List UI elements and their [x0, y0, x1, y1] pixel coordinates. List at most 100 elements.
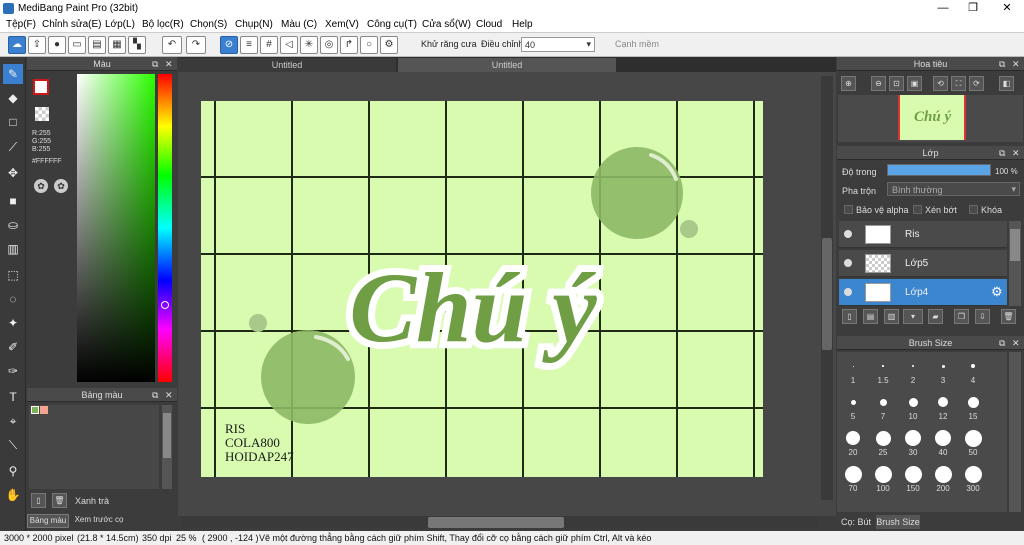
select-pen-tool-icon[interactable]: ✐ [3, 337, 23, 357]
vertical-scroll-thumb[interactable] [822, 238, 832, 350]
share-icon[interactable]: ⇪ [28, 36, 46, 54]
undo-icon[interactable]: ↶ [162, 36, 182, 54]
opacity-slider[interactable] [887, 164, 991, 176]
protect-alpha-checkbox[interactable] [844, 205, 853, 214]
radial-snap-icon[interactable]: ✳ [300, 36, 318, 54]
brush-size-option[interactable]: 30 [898, 424, 928, 458]
trash-icon[interactable]: 🗑 [52, 493, 67, 508]
popout-icon[interactable]: ⧉ [999, 57, 1005, 71]
redo-icon[interactable]: ↷ [186, 36, 206, 54]
comment-icon[interactable]: ● [48, 36, 66, 54]
palette-swatch[interactable] [40, 406, 48, 414]
parallel-snap-icon[interactable]: ≡ [240, 36, 258, 54]
brush-size-option[interactable]: 70 [838, 460, 868, 494]
hand-tool-icon[interactable]: ✋ [3, 485, 23, 505]
brush-size-option[interactable]: 7 [868, 388, 898, 422]
palette-scroll-thumb[interactable] [163, 413, 171, 458]
flip-icon[interactable]: ◧ [999, 76, 1014, 91]
divide-tool-icon[interactable]: ⟍ [3, 435, 23, 455]
brush-size-option[interactable]: 200 [928, 460, 958, 494]
fit-icon[interactable]: ⊡ [889, 76, 904, 91]
panel-close-icon[interactable]: ✕ [1012, 57, 1020, 71]
brush-size-option[interactable]: 150 [898, 460, 928, 494]
eye-icon[interactable] [844, 288, 852, 296]
menu-edit[interactable]: Chỉnh sửa(E) [42, 19, 102, 30]
panel-close-icon[interactable]: ✕ [165, 57, 173, 71]
clipping-checkbox[interactable] [913, 205, 922, 214]
maximize-button[interactable]: ❐ [958, 0, 988, 17]
select-tool-icon[interactable]: ⬚ [3, 265, 23, 285]
message-icon[interactable]: ▭ [68, 36, 86, 54]
move-tool-icon[interactable]: ✥ [3, 163, 23, 183]
brush-size-option[interactable]: 25 [868, 424, 898, 458]
magic-wand-tool-icon[interactable]: ✦ [3, 313, 23, 333]
brush-tool-icon[interactable]: ✎ [3, 64, 23, 84]
foreground-color-swatch[interactable] [33, 79, 49, 95]
menu-capture[interactable]: Chụp(N) [235, 19, 273, 30]
menu-file[interactable]: Tệp(F) [6, 19, 36, 30]
lock-checkbox[interactable] [969, 205, 978, 214]
brush-size-option[interactable]: 4 [958, 352, 988, 386]
hue-slider[interactable] [158, 74, 172, 382]
brush-size-option[interactable]: 100 [868, 460, 898, 494]
eye-icon[interactable] [844, 259, 852, 267]
tab-palette[interactable]: Bảng màu [27, 514, 69, 528]
grid-list-icon[interactable]: ▦ [108, 36, 126, 54]
text-tool-icon[interactable]: T [3, 387, 23, 407]
drawing-canvas[interactable]: Chú ý RIS COLA800 HOIDAP247 [201, 101, 763, 477]
merge-layer-icon[interactable]: ⇩ [975, 309, 990, 324]
brush-size-scrollbar[interactable] [1009, 352, 1021, 512]
transparent-color-swatch[interactable] [35, 107, 49, 121]
new-8bit-layer-icon[interactable]: ▥ [884, 309, 899, 324]
duplicate-layer-icon[interactable]: ❐ [954, 309, 969, 324]
popout-icon[interactable]: ⧉ [152, 388, 158, 402]
layer-scroll-thumb[interactable] [1010, 229, 1020, 261]
add-layer-menu-icon[interactable]: ▾ [903, 309, 923, 324]
layer-row-ris[interactable]: Ris [839, 221, 1007, 248]
cloud-icon[interactable]: ☁ [8, 36, 26, 54]
menu-window[interactable]: Cửa sổ(W) [422, 19, 471, 30]
menu-layer[interactable]: Lớp(L) [105, 19, 135, 30]
lasso-tool-icon[interactable]: ◌ [3, 289, 23, 309]
brush-size-option[interactable]: 300 [958, 460, 988, 494]
dot-tool-icon[interactable]: □ [3, 112, 23, 132]
brush-size-option[interactable]: 2 [898, 352, 928, 386]
reset-icon[interactable]: ⟳ [969, 76, 984, 91]
minimize-button[interactable]: — [928, 0, 958, 17]
page-icon[interactable]: ▤ [88, 36, 106, 54]
close-button[interactable]: ✕ [992, 0, 1022, 17]
tab-document-1[interactable]: Untitled [178, 58, 396, 72]
horizontal-scroll-thumb[interactable] [428, 517, 564, 528]
menu-tools[interactable]: Công cụ(T) [367, 19, 417, 30]
eraser-tool-icon[interactable]: ◆ [3, 88, 23, 108]
brush-size-option[interactable]: 1 [838, 352, 868, 386]
zoom-in-icon[interactable]: ⊕ [841, 76, 856, 91]
menu-color[interactable]: Màu (C) [281, 19, 317, 30]
menu-cloud[interactable]: Cloud [476, 19, 502, 30]
circle-snap-icon[interactable]: ◎ [320, 36, 338, 54]
delete-layer-icon[interactable]: 🗑 [1001, 309, 1016, 324]
gear-icon[interactable]: ⚙ [991, 284, 1003, 300]
brush-size-option[interactable]: 1.5 [868, 352, 898, 386]
panel-close-icon[interactable]: ✕ [1012, 336, 1020, 350]
select-eraser-tool-icon[interactable]: ✑ [3, 361, 23, 381]
tab-brush[interactable]: Cọ: Bút [837, 515, 875, 529]
correction-select[interactable]: 40 ▾ [521, 37, 595, 52]
tile-icon[interactable]: ▚ [128, 36, 146, 54]
curve-snap-icon[interactable]: ↱ [340, 36, 358, 54]
menu-filter[interactable]: Bộ lọc(R) [142, 19, 184, 30]
gradient-tool-icon[interactable]: ▥ [3, 239, 23, 259]
brush-size-option[interactable]: 5 [838, 388, 868, 422]
snap-off-icon[interactable]: ⊘ [220, 36, 238, 54]
menu-view[interactable]: Xem(V) [325, 19, 359, 30]
color-wheel-icon[interactable]: ✿ [34, 179, 48, 193]
menu-help[interactable]: Help [512, 19, 533, 30]
zoom-out-icon[interactable]: ⊖ [871, 76, 886, 91]
menu-select[interactable]: Chọn(S) [190, 19, 227, 30]
brush-size-option[interactable]: 20 [838, 424, 868, 458]
new-halftone-layer-icon[interactable]: ▤ [863, 309, 878, 324]
ellipse-snap-icon[interactable]: ○ [360, 36, 378, 54]
folder-icon[interactable]: ▰ [928, 309, 943, 324]
panel-close-icon[interactable]: ✕ [1012, 146, 1020, 160]
brush-size-option[interactable]: 12 [928, 388, 958, 422]
